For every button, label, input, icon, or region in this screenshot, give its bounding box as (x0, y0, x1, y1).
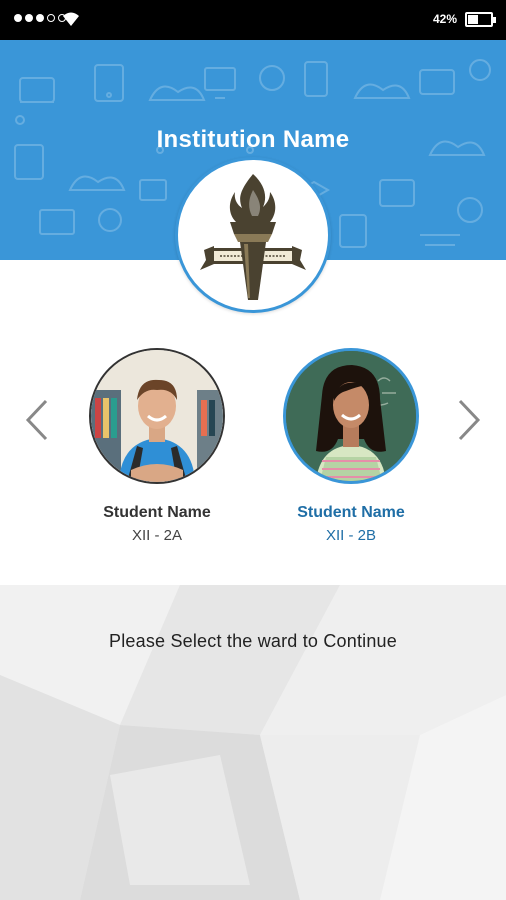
chevron-right-icon[interactable] (450, 395, 490, 445)
student-name: Student Name (103, 504, 211, 521)
wifi-icon (63, 12, 79, 26)
student-class: XII - 2A (131, 527, 183, 544)
student-name: Student Name (297, 504, 405, 521)
institution-logo (175, 157, 331, 313)
signal-dots-icon (14, 14, 66, 22)
status-bar: 42% (0, 0, 506, 40)
student-card[interactable]: Student Name XII - 2A (77, 348, 237, 544)
student-card-selected[interactable]: Student Name XII - 2B (271, 348, 431, 544)
battery-percent: 42% (433, 12, 458, 26)
chevron-left-icon[interactable] (18, 395, 58, 445)
battery-icon (465, 12, 496, 27)
student-class: XII - 2B (325, 527, 377, 544)
student-photo-male (89, 348, 225, 484)
student-photo-female (283, 348, 419, 484)
institution-title: Institution Name (156, 126, 350, 153)
torch-crest-icon (200, 174, 306, 300)
select-ward-prompt: Please Select the ward to Continue (109, 631, 397, 651)
footer-area: Please Select the ward to Continue (0, 585, 506, 900)
